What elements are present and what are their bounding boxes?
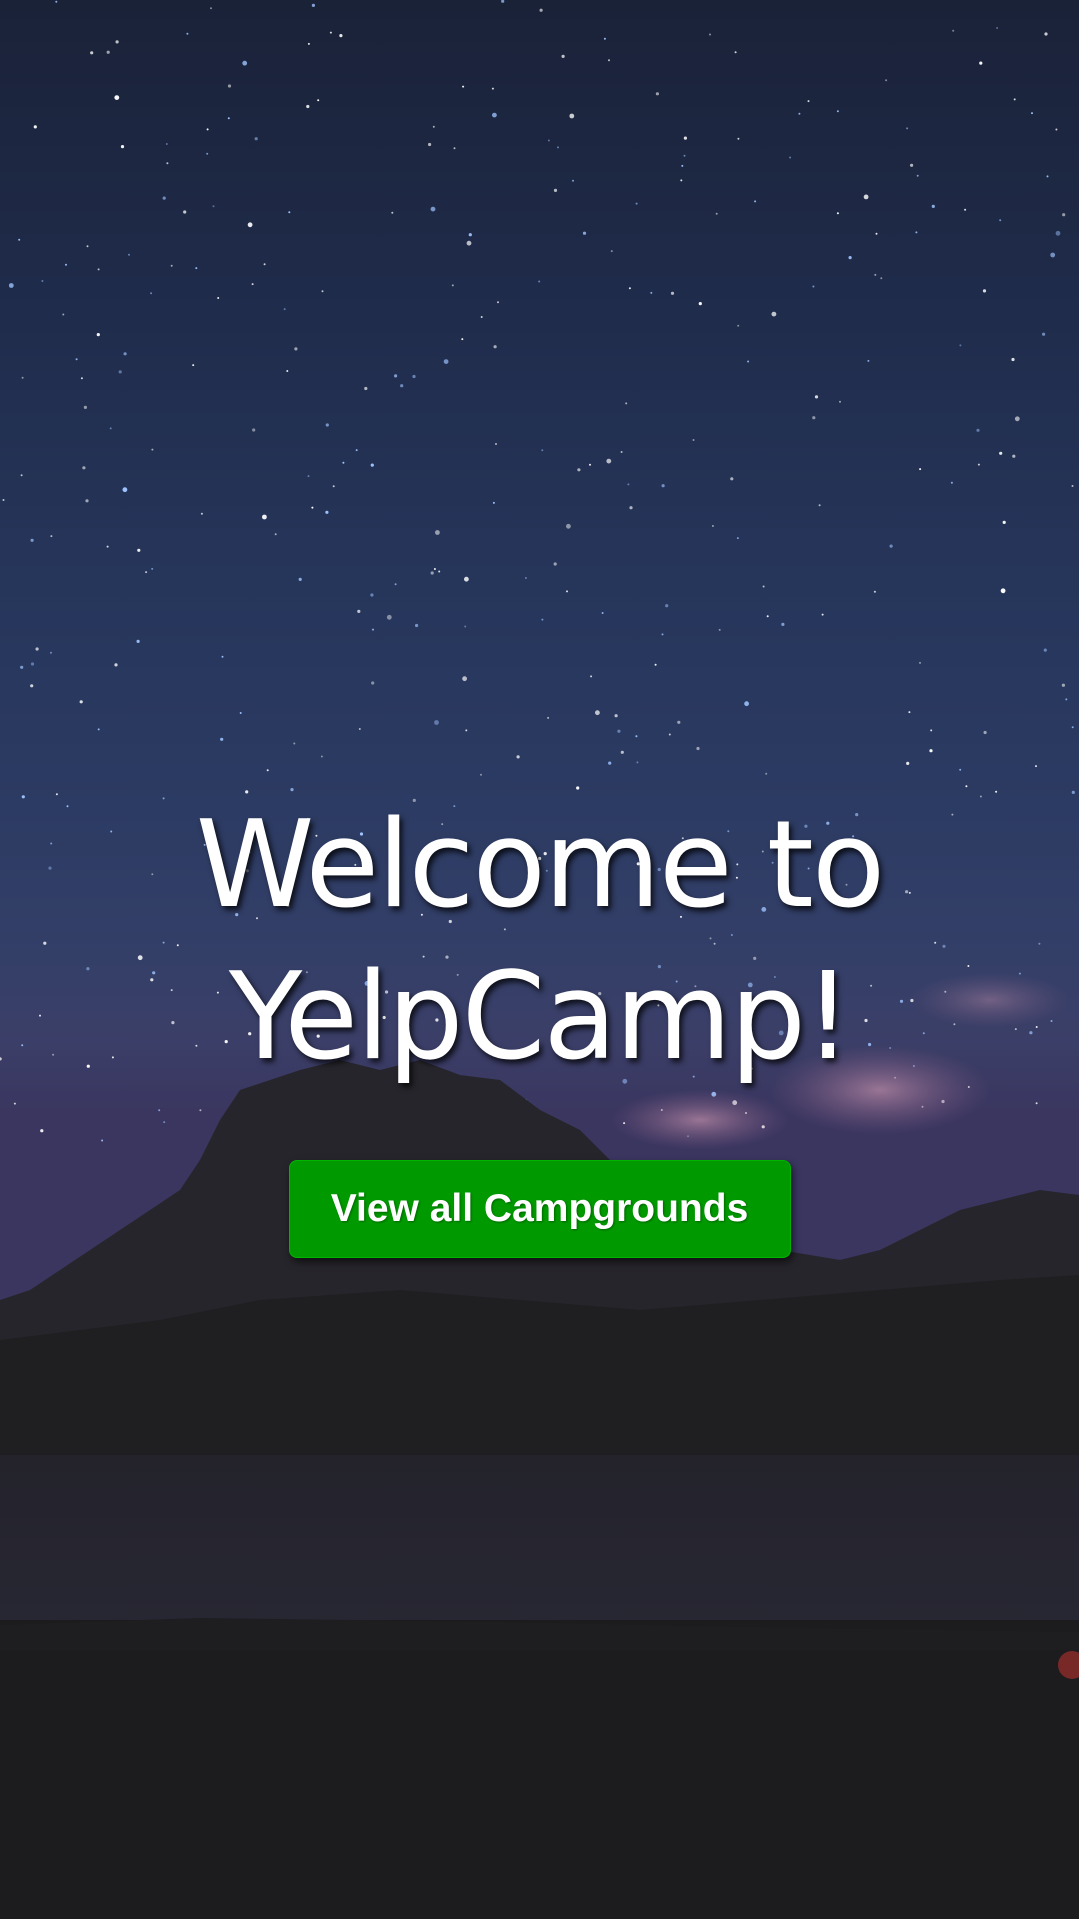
hero-title-line2: YelpCamp! <box>228 948 852 1087</box>
landing-page: Welcome to YelpCamp! View all Campground… <box>0 0 1079 1919</box>
view-all-campgrounds-button[interactable]: View all Campgrounds <box>288 1160 791 1258</box>
hero-title-line1: Welcome to <box>195 796 886 935</box>
hero-title: Welcome to YelpCamp! <box>0 790 1079 1094</box>
hero-section: Welcome to YelpCamp! View all Campground… <box>0 790 1079 1258</box>
